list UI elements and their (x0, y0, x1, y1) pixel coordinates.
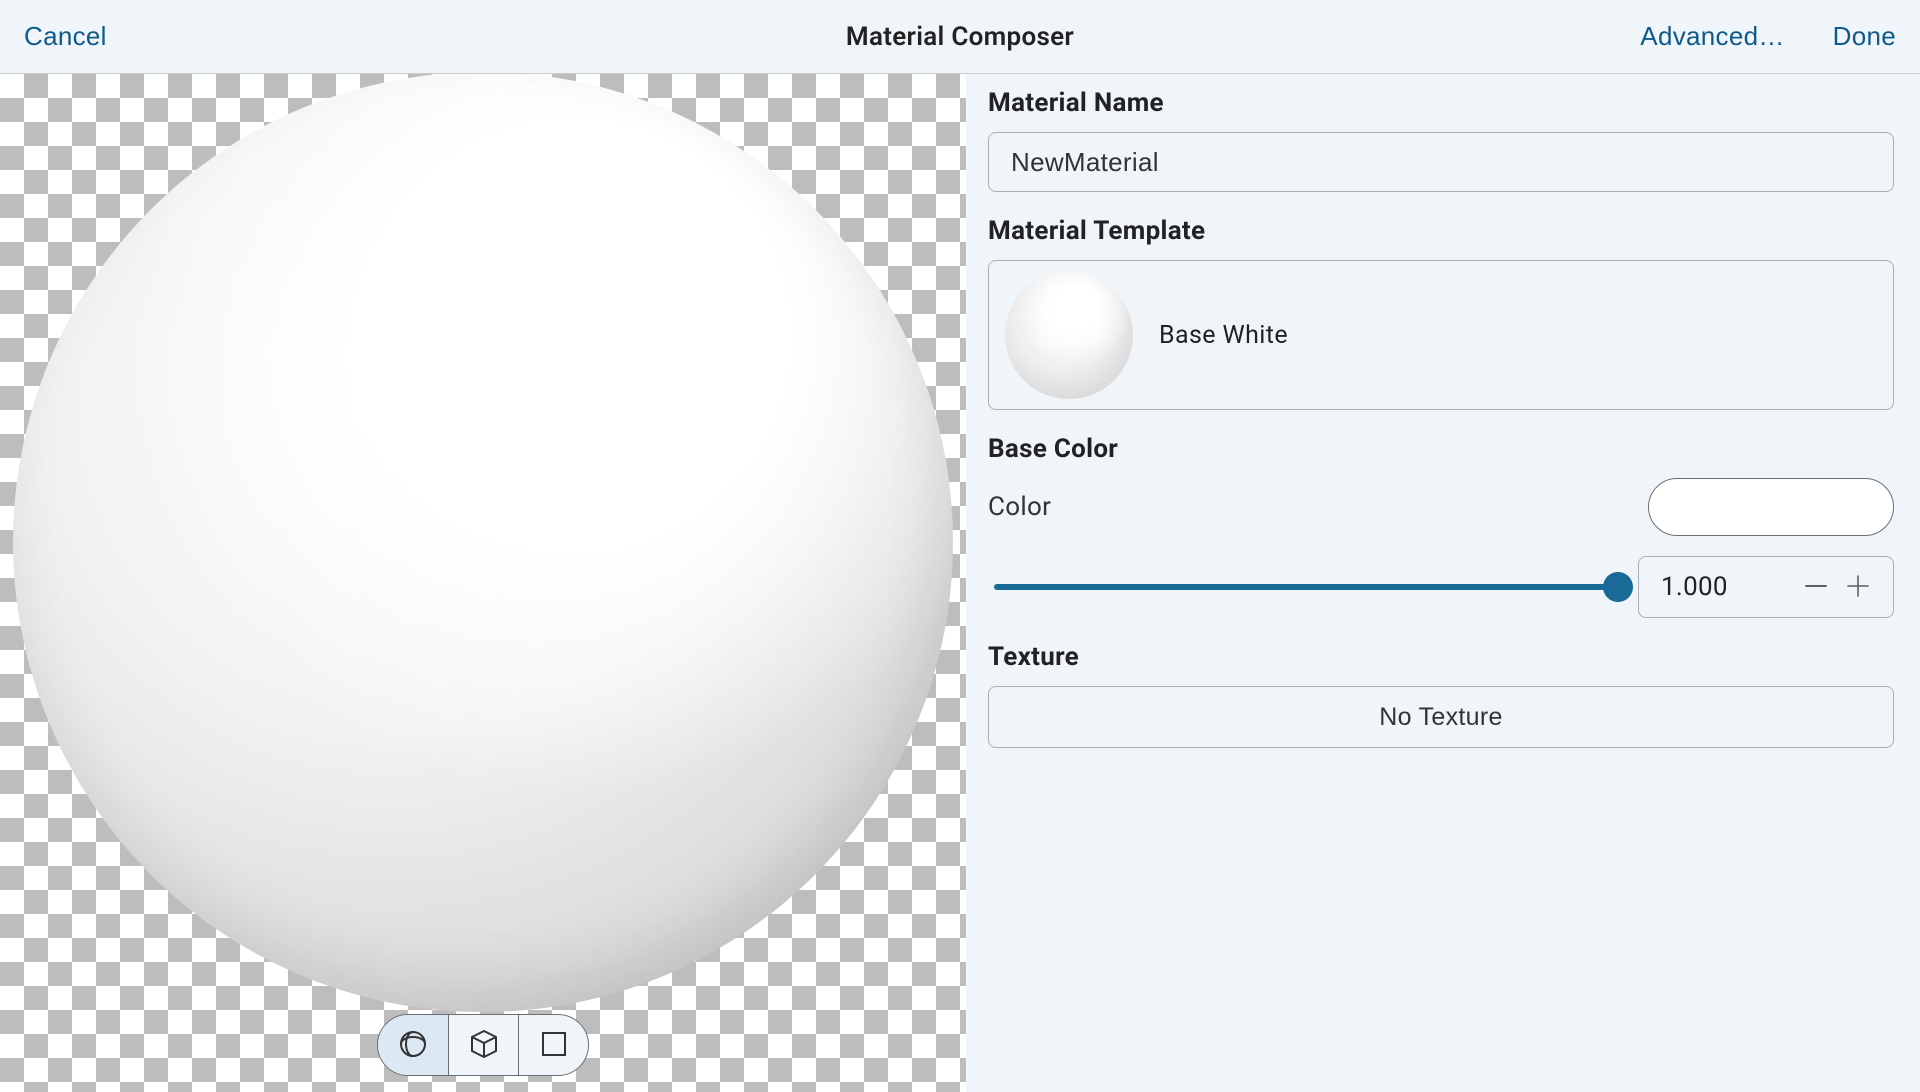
square-icon (539, 1029, 569, 1062)
texture-section: Texture No Texture (988, 642, 1894, 748)
minus-icon (1803, 573, 1829, 602)
plus-icon (1845, 573, 1871, 602)
page-title: Material Composer (846, 22, 1074, 52)
properties-panel: Material Name Material Template Base Whi… (966, 74, 1920, 1092)
template-name: Base White (1159, 321, 1288, 350)
material-name-label: Material Name (988, 88, 1894, 118)
color-intensity-stepper: 1.000 (1638, 556, 1894, 618)
cancel-button[interactable]: Cancel (24, 21, 107, 52)
color-swatch-button[interactable] (1648, 478, 1894, 536)
preview-panel (0, 74, 966, 1092)
shape-sphere-button[interactable] (378, 1015, 448, 1075)
color-intensity-value[interactable]: 1.000 (1661, 572, 1795, 602)
material-template-selector[interactable]: Base White (988, 260, 1894, 410)
sphere-icon (397, 1028, 429, 1063)
base-color-section: Base Color Color 1.000 (988, 434, 1894, 618)
main-area: Material Name Material Template Base Whi… (0, 74, 1920, 1092)
preview-shape-toggle (377, 1014, 589, 1076)
preview-checker-area[interactable] (0, 74, 966, 1092)
template-thumb-sphere (1005, 271, 1133, 399)
material-template-section: Material Template Base White (988, 216, 1894, 410)
color-intensity-row: 1.000 (988, 556, 1894, 618)
texture-label: Texture (988, 642, 1894, 672)
material-template-label: Material Template (988, 216, 1894, 246)
stepper-increment-button[interactable] (1837, 566, 1879, 608)
slider-thumb[interactable] (1603, 572, 1633, 602)
color-sub-label: Color (988, 492, 1051, 522)
app-header: Cancel Material Composer Advanced… Done (0, 0, 1920, 74)
done-button[interactable]: Done (1833, 21, 1896, 52)
shape-plane-button[interactable] (518, 1015, 588, 1075)
material-preview-sphere (13, 74, 953, 1012)
material-name-input[interactable] (988, 132, 1894, 192)
material-name-section: Material Name (988, 88, 1894, 192)
cube-icon (468, 1028, 500, 1063)
base-color-label: Base Color (988, 434, 1894, 464)
texture-select-button[interactable]: No Texture (988, 686, 1894, 748)
stepper-decrement-button[interactable] (1795, 566, 1837, 608)
color-intensity-slider[interactable] (988, 567, 1618, 607)
advanced-button[interactable]: Advanced… (1640, 21, 1784, 52)
shape-cube-button[interactable] (448, 1015, 518, 1075)
